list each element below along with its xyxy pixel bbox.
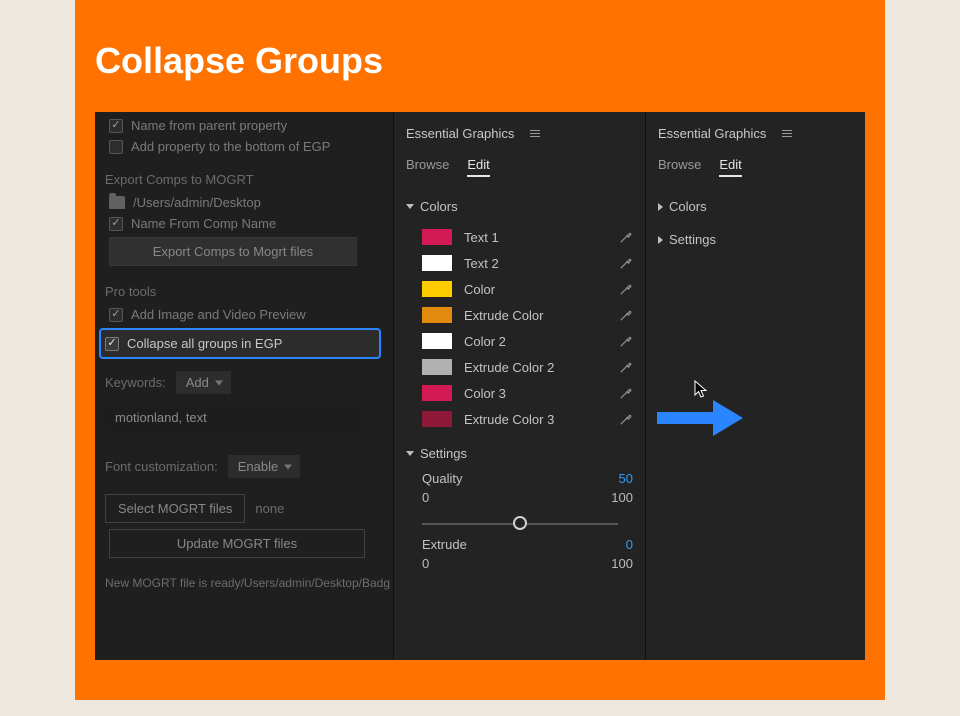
color-label: Extrude Color 2 — [464, 360, 607, 375]
font-customization-label: Font customization: — [105, 459, 218, 474]
color-swatch[interactable] — [422, 385, 452, 401]
color-swatch[interactable] — [422, 333, 452, 349]
checkbox-collapse-all[interactable] — [105, 337, 119, 351]
label-name-from-comp: Name From Comp Name — [131, 216, 276, 231]
chevron-down-icon — [406, 451, 414, 456]
chevron-right-icon — [658, 203, 663, 211]
color-row: Extrude Color — [406, 302, 633, 328]
essential-graphics-collapsed: Essential Graphics Browse Edit Colors Se… — [646, 112, 865, 660]
keywords-add-select[interactable]: Add — [176, 371, 231, 394]
eyedropper-icon[interactable] — [619, 412, 633, 426]
select-mogrt-button[interactable]: Select MOGRT files — [105, 494, 245, 523]
quality-slider[interactable] — [422, 523, 618, 525]
checkbox-add-preview[interactable] — [109, 308, 123, 322]
group-settings-collapsed[interactable]: Settings — [658, 232, 853, 247]
checkbox-name-from-parent[interactable] — [109, 119, 123, 133]
color-label: Extrude Color 3 — [464, 412, 607, 427]
heading-pro-tools: Pro tools — [105, 284, 383, 299]
color-swatch[interactable] — [422, 411, 452, 427]
left-settings-panel: Name from parent property Add property t… — [95, 112, 393, 660]
color-row: Extrude Color 3 — [406, 406, 633, 432]
heading-export: Export Comps to MOGRT — [105, 172, 383, 187]
eyedropper-icon[interactable] — [619, 282, 633, 296]
essential-graphics-expanded: Essential Graphics Browse Edit Colors Te… — [393, 112, 646, 660]
color-label: Color — [464, 282, 607, 297]
keywords-label: Keywords: — [105, 375, 166, 390]
font-customization-select[interactable]: Enable — [228, 455, 300, 478]
range-max: 100 — [611, 490, 633, 505]
color-row: Text 2 — [406, 250, 633, 276]
eyedropper-icon[interactable] — [619, 308, 633, 322]
eyedropper-icon[interactable] — [619, 360, 633, 374]
eyedropper-icon[interactable] — [619, 334, 633, 348]
chevron-right-icon — [658, 236, 663, 244]
tab-browse[interactable]: Browse — [406, 157, 449, 177]
quality-label: Quality — [422, 471, 462, 486]
extrude-value[interactable]: 0 — [626, 537, 633, 556]
group-colors-collapsed[interactable]: Colors — [658, 199, 853, 214]
color-row: Extrude Color 2 — [406, 354, 633, 380]
slider-knob[interactable] — [513, 516, 527, 530]
panel-menu-icon[interactable] — [530, 130, 540, 137]
group-settings[interactable]: Settings — [406, 446, 633, 461]
tab-edit[interactable]: Edit — [467, 157, 489, 177]
label-name-from-parent: Name from parent property — [131, 118, 287, 133]
color-label: Text 2 — [464, 256, 607, 271]
selected-mogrt-none: none — [255, 501, 284, 516]
eyedropper-icon[interactable] — [619, 230, 633, 244]
checkbox-add-property[interactable] — [109, 140, 123, 154]
update-mogrt-button[interactable]: Update MOGRT files — [109, 529, 365, 558]
label-add-preview: Add Image and Video Preview — [131, 307, 306, 322]
checkbox-name-from-comp[interactable] — [109, 217, 123, 231]
eyedropper-icon[interactable] — [619, 386, 633, 400]
color-row: Color — [406, 276, 633, 302]
color-swatch[interactable] — [422, 255, 452, 271]
tab-browse[interactable]: Browse — [658, 157, 701, 177]
panel-menu-icon[interactable] — [782, 130, 792, 137]
color-swatch[interactable] — [422, 281, 452, 297]
tab-edit[interactable]: Edit — [719, 157, 741, 177]
quality-value[interactable]: 50 — [619, 471, 633, 490]
color-row: Color 3 — [406, 380, 633, 406]
keywords-input[interactable] — [105, 402, 361, 433]
page-title: Collapse Groups — [95, 40, 865, 82]
cursor-icon — [694, 380, 708, 403]
color-label: Color 3 — [464, 386, 607, 401]
status-text: New MOGRT file is ready/Users/admin/Desk… — [105, 576, 383, 590]
color-swatch[interactable] — [422, 229, 452, 245]
label-add-property: Add property to the bottom of EGP — [131, 139, 330, 154]
export-button[interactable]: Export Comps to Mogrt files — [109, 237, 357, 266]
label-collapse-all: Collapse all groups in EGP — [127, 336, 282, 351]
color-label: Extrude Color — [464, 308, 607, 323]
range-max-2: 100 — [611, 556, 633, 571]
group-colors[interactable]: Colors — [406, 199, 633, 214]
chevron-down-icon — [406, 204, 414, 209]
folder-icon[interactable] — [109, 196, 125, 209]
color-swatch[interactable] — [422, 307, 452, 323]
eyedropper-icon[interactable] — [619, 256, 633, 270]
range-min: 0 — [422, 490, 429, 505]
color-label: Color 2 — [464, 334, 607, 349]
range-min-2: 0 — [422, 556, 429, 571]
arrow-icon — [657, 398, 743, 443]
color-label: Text 1 — [464, 230, 607, 245]
color-swatch[interactable] — [422, 359, 452, 375]
export-path: /Users/admin/Desktop — [133, 195, 261, 210]
color-row: Text 1 — [406, 224, 633, 250]
panel-title: Essential Graphics — [658, 126, 766, 141]
extrude-label: Extrude — [422, 537, 467, 552]
collapse-all-row[interactable]: Collapse all groups in EGP — [99, 328, 381, 359]
panel-title: Essential Graphics — [406, 126, 514, 141]
color-row: Color 2 — [406, 328, 633, 354]
